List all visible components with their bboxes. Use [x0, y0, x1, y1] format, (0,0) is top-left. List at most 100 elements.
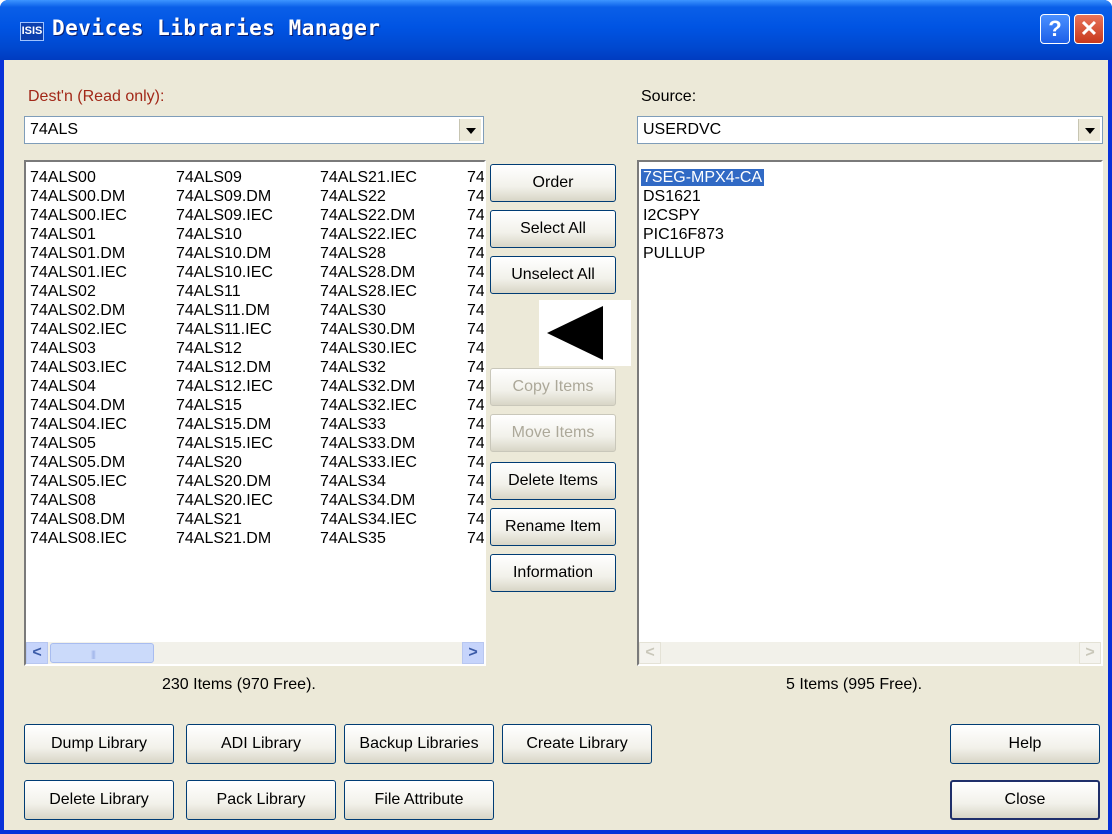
title-help-button[interactable]: ? — [1040, 14, 1070, 44]
dest-list-item[interactable]: 74ALS01.IEC — [30, 263, 127, 282]
title-close-button[interactable]: ✕ — [1074, 14, 1104, 44]
dest-library-combo[interactable]: 74ALS — [24, 116, 484, 144]
scroll-right-icon[interactable]: > — [462, 642, 484, 664]
dest-list-item[interactable]: 74ALS34.IEC — [320, 510, 417, 529]
dest-list-item[interactable]: 74ALS21.IEC — [320, 168, 417, 187]
chevron-down-icon[interactable] — [1078, 119, 1100, 141]
title-bar[interactable]: ISIS Devices Libraries Manager ? ✕ — [0, 0, 1112, 60]
dest-list-item[interactable]: 74 — [467, 415, 484, 434]
create-library-button[interactable]: Create Library — [502, 724, 652, 764]
dest-list-item[interactable]: 74ALS11.IEC — [176, 320, 273, 339]
source-horizontal-scrollbar[interactable]: < > — [639, 642, 1101, 664]
dest-list-item[interactable]: 74ALS01.DM — [30, 244, 127, 263]
dest-list-item[interactable]: 74ALS11 — [176, 282, 273, 301]
copy-items-button[interactable]: Copy Items — [490, 368, 616, 406]
dest-list-item[interactable]: 74ALS20 — [176, 453, 273, 472]
dest-list-item[interactable]: 74ALS00.DM — [30, 187, 127, 206]
source-list-item[interactable]: I2CSPY — [643, 206, 764, 225]
dest-list-item[interactable]: 74 — [467, 263, 484, 282]
dest-device-list[interactable]: 74ALS00 74ALS00.DM 74ALS00.IEC 74ALS01 74ALS… — [24, 160, 486, 666]
dest-list-item[interactable]: 74ALS08.DM — [30, 510, 127, 529]
dest-list-item[interactable]: 74ALS12.DM — [176, 358, 273, 377]
information-button[interactable]: Information — [490, 554, 616, 592]
dest-list-item[interactable]: 74ALS32 — [320, 358, 417, 377]
close-button[interactable]: Close — [950, 780, 1100, 820]
dump-library-button[interactable]: Dump Library — [24, 724, 174, 764]
dest-list-item[interactable]: 74ALS08.IEC — [30, 529, 127, 548]
delete-items-button[interactable]: Delete Items — [490, 462, 616, 500]
dest-list-item[interactable]: 74ALS04 — [30, 377, 127, 396]
backup-libraries-button[interactable]: Backup Libraries — [344, 724, 494, 764]
dest-list-item[interactable]: 74ALS03 — [30, 339, 127, 358]
dest-list-item[interactable]: 74 — [467, 358, 484, 377]
dest-list-item[interactable]: 74ALS15.DM — [176, 415, 273, 434]
dest-list-item[interactable]: 74ALS00 — [30, 168, 127, 187]
dest-list-item[interactable]: 74ALS32.IEC — [320, 396, 417, 415]
dest-list-item[interactable]: 74ALS34.DM — [320, 491, 417, 510]
dest-list-item[interactable]: 74ALS20.IEC — [176, 491, 273, 510]
dest-list-item[interactable]: 74ALS35 — [320, 529, 417, 548]
dest-list-item[interactable]: 74ALS01 — [30, 225, 127, 244]
pack-library-button[interactable]: Pack Library — [186, 780, 336, 820]
source-device-list[interactable]: 7SEG-MPX4-CA DS1621 I2CSPY PIC16F873 PULLUP … — [637, 160, 1103, 666]
dest-list-item[interactable]: 74ALS12 — [176, 339, 273, 358]
dest-list-item[interactable]: 74 — [467, 206, 484, 225]
dest-list-item[interactable]: 74ALS30.IEC — [320, 339, 417, 358]
help-button[interactable]: Help — [950, 724, 1100, 764]
dest-list-item[interactable]: 74ALS10.DM — [176, 244, 273, 263]
source-list-item[interactable]: PIC16F873 — [643, 225, 764, 244]
dest-list-item[interactable]: 74 — [467, 529, 484, 548]
dest-list-item[interactable]: 74ALS04.DM — [30, 396, 127, 415]
dest-list-item[interactable]: 74ALS21.DM — [176, 529, 273, 548]
dest-list-item[interactable]: 74 — [467, 168, 484, 187]
dest-list-item[interactable]: 74ALS28.DM — [320, 263, 417, 282]
file-attribute-button[interactable]: File Attribute — [344, 780, 494, 820]
dest-list-item[interactable]: 74 — [467, 339, 484, 358]
source-list-item[interactable]: PULLUP — [643, 244, 764, 263]
dest-list-item[interactable]: 74 — [467, 282, 484, 301]
dest-list-item[interactable]: 74ALS03.IEC — [30, 358, 127, 377]
dest-list-item[interactable]: 74 — [467, 453, 484, 472]
dest-list-item[interactable]: 74ALS12.IEC — [176, 377, 273, 396]
dest-list-item[interactable]: 74ALS28.IEC — [320, 282, 417, 301]
source-library-combo[interactable]: USERDVC — [637, 116, 1103, 144]
dest-list-item[interactable]: 74ALS32.DM — [320, 377, 417, 396]
dest-list-item[interactable]: 74 — [467, 434, 484, 453]
dest-list-item[interactable]: 74ALS15.IEC — [176, 434, 273, 453]
dest-list-item[interactable]: 74ALS30.DM — [320, 320, 417, 339]
dest-list-item[interactable]: 74 — [467, 244, 484, 263]
dest-list-item[interactable]: 74ALS20.DM — [176, 472, 273, 491]
dest-list-item[interactable]: 74ALS09.IEC — [176, 206, 273, 225]
dest-list-item[interactable]: 74ALS05.IEC — [30, 472, 127, 491]
dest-list-item[interactable]: 74ALS04.IEC — [30, 415, 127, 434]
dest-list-item[interactable]: 74ALS02.DM — [30, 301, 127, 320]
dest-list-item[interactable]: 74ALS02 — [30, 282, 127, 301]
dest-list-item[interactable]: 74ALS15 — [176, 396, 273, 415]
dest-list-item[interactable]: 74 — [467, 225, 484, 244]
select-all-button[interactable]: Select All — [490, 210, 616, 248]
dest-list-item[interactable]: 74ALS10 — [176, 225, 273, 244]
scroll-left-icon[interactable]: < — [26, 642, 48, 664]
dest-list-item[interactable]: 74ALS33.DM — [320, 434, 417, 453]
dest-list-item[interactable]: 74ALS30 — [320, 301, 417, 320]
order-button[interactable]: Order — [490, 164, 616, 202]
dest-list-item[interactable]: 74ALS08 — [30, 491, 127, 510]
dest-list-item[interactable]: 74ALS34 — [320, 472, 417, 491]
chevron-down-icon[interactable] — [459, 119, 481, 141]
dest-list-item[interactable]: 74ALS11.DM — [176, 301, 273, 320]
dest-list-item[interactable]: 74ALS28 — [320, 244, 417, 263]
source-list-item[interactable]: 7SEG-MPX4-CA — [641, 168, 765, 187]
unselect-all-button[interactable]: Unselect All — [490, 256, 616, 294]
dest-list-item[interactable]: 74 — [467, 301, 484, 320]
dest-list-item[interactable]: 74ALS02.IEC — [30, 320, 127, 339]
dest-list-item[interactable]: 74ALS33.IEC — [320, 453, 417, 472]
dest-list-item[interactable]: 74 — [467, 377, 484, 396]
adi-library-button[interactable]: ADI Library — [186, 724, 336, 764]
dest-list-item[interactable]: 74ALS21 — [176, 510, 273, 529]
scroll-right-icon[interactable]: > — [1079, 642, 1101, 664]
dest-list-item[interactable]: 74ALS33 — [320, 415, 417, 434]
dest-list-item[interactable]: 74 — [467, 510, 484, 529]
dest-horizontal-scrollbar[interactable]: < > — [26, 642, 484, 664]
dest-list-item[interactable]: 74ALS22 — [320, 187, 417, 206]
dest-list-item[interactable]: 74ALS00.IEC — [30, 206, 127, 225]
